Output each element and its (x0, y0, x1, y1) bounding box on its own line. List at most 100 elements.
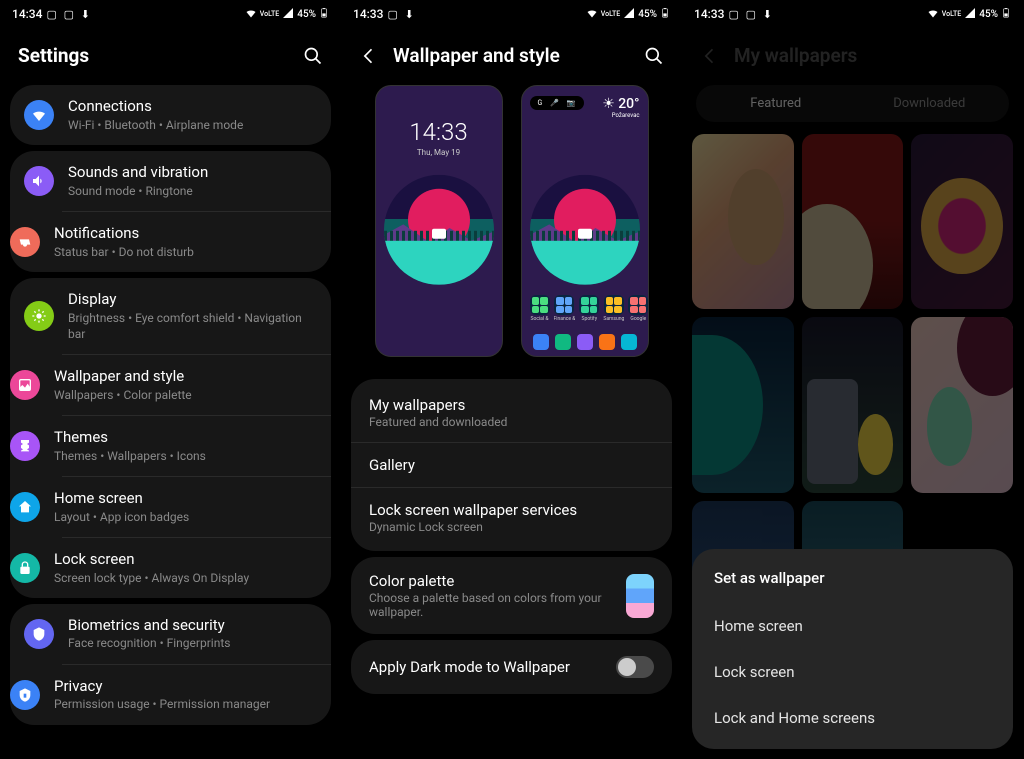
display-icon (24, 301, 54, 331)
color-palette-card[interactable]: Color palette Choose a palette based on … (351, 557, 672, 634)
volte-label: VoLTE (601, 10, 620, 18)
page-title: Settings (18, 44, 289, 67)
lock-icon (10, 553, 40, 583)
volte-label: VoLTE (942, 10, 961, 18)
notifications-icon (10, 227, 40, 257)
status-notif-icons: ▢ ▢ ⬇ (728, 8, 773, 21)
status-bar: 14:33 ▢ ⬇ VoLTE 45% (341, 0, 682, 28)
set-wallpaper-sheet: Set as wallpaper Home screen Lock screen… (692, 549, 1013, 749)
battery-icon (660, 6, 670, 23)
tab-featured[interactable]: Featured (699, 88, 853, 119)
wallpaper-link-0[interactable]: My wallpapersFeatured and downloaded (351, 383, 672, 442)
row-title: Wallpaper and style (54, 367, 317, 386)
status-notif-icons: ▢ ⬇ (387, 8, 415, 21)
settings-card: Biometrics and securityFace recognition … (10, 604, 331, 725)
settings-row-connections[interactable]: ConnectionsWi-Fi • Bluetooth • Airplane … (10, 85, 331, 145)
wallpaper-icon (10, 370, 40, 400)
row-sub: Sound mode • Ringtone (68, 183, 317, 199)
list-sub: Dynamic Lock screen (369, 520, 654, 534)
wifi-icon (245, 7, 257, 22)
list-sub: Featured and downloaded (369, 415, 654, 429)
settings-row-sounds[interactable]: Sounds and vibrationSound mode • Rington… (10, 151, 331, 211)
row-sub: Status bar • Do not disturb (54, 244, 317, 260)
tab-downloaded[interactable]: Downloaded (853, 88, 1007, 119)
dark-mode-toggle[interactable] (616, 656, 654, 678)
battery-icon (319, 6, 329, 23)
screen-settings: 14:34 ▢ ▢ ⬇ VoLTE 45% Settings Connectio… (0, 0, 341, 759)
row-title: Privacy (54, 677, 317, 696)
settings-card: DisplayBrightness • Eye comfort shield •… (10, 278, 331, 598)
settings-card: Sounds and vibrationSound mode • Rington… (10, 151, 331, 272)
biometrics-icon (24, 619, 54, 649)
wallpaper-thumb[interactable] (692, 134, 794, 309)
settings-header: Settings (0, 28, 341, 79)
settings-row-themes[interactable]: ThemesThemes • Wallpapers • Icons (62, 415, 331, 476)
home-screen-preview[interactable]: G🎤📷 ☀ 20° Požarevac Social & Finance & S… (521, 85, 649, 357)
battery-pct: 45% (979, 9, 998, 20)
row-sub: Permission usage • Permission manager (54, 696, 317, 712)
palette-title: Color palette (369, 572, 614, 590)
back-icon[interactable] (359, 46, 379, 66)
settings-row-notifications[interactable]: NotificationsStatus bar • Do not disturb (62, 211, 331, 272)
page-title: My wallpapers (734, 44, 1005, 67)
status-bar: 14:33 ▢ ▢ ⬇ VoLTE 45% (682, 0, 1023, 28)
settings-row-wallpaper[interactable]: Wallpaper and styleWallpapers • Color pa… (62, 354, 331, 415)
wallpaper-link-2[interactable]: Lock screen wallpaper servicesDynamic Lo… (351, 487, 672, 547)
screen-wallpaper-style: 14:33 ▢ ⬇ VoLTE 45% Wallpaper and style … (341, 0, 682, 759)
settings-row-privacy[interactable]: PrivacyPermission usage • Permission man… (62, 664, 331, 725)
home-preview-dock (530, 334, 640, 350)
list-title: Gallery (369, 456, 654, 474)
row-sub: Brightness • Eye comfort shield • Naviga… (68, 310, 317, 342)
sheet-option-lock[interactable]: Lock screen (714, 649, 991, 695)
row-sub: Themes • Wallpapers • Icons (54, 448, 317, 464)
privacy-icon (10, 680, 40, 710)
wallpaper-tabs: Featured Downloaded (696, 85, 1009, 122)
lock-preview-date: Thu, May 19 (376, 148, 502, 157)
battery-icon (1001, 6, 1011, 23)
back-icon[interactable] (700, 46, 720, 66)
connections-icon (24, 100, 54, 130)
dark-mode-wallpaper-row[interactable]: Apply Dark mode to Wallpaper (351, 640, 672, 694)
screen-my-wallpapers: 14:33 ▢ ▢ ⬇ VoLTE 45% My wallpapers Feat… (682, 0, 1023, 759)
sounds-icon (24, 166, 54, 196)
battery-pct: 45% (638, 9, 657, 20)
home-preview-weather: ☀ 20° Požarevac (602, 96, 639, 119)
wallpaper-thumb[interactable] (911, 317, 1013, 492)
home-icon (10, 492, 40, 522)
row-title: Notifications (54, 224, 317, 243)
search-icon[interactable] (644, 46, 664, 66)
signal-icon (623, 7, 635, 22)
wallpaper-thumb[interactable] (802, 134, 904, 309)
wallpaper-thumb[interactable] (911, 134, 1013, 309)
signal-icon (964, 7, 976, 22)
settings-row-biometrics[interactable]: Biometrics and securityFace recognition … (10, 604, 331, 664)
battery-pct: 45% (297, 9, 316, 20)
status-time: 14:33 (353, 7, 383, 21)
wifi-icon (586, 7, 598, 22)
sheet-option-both[interactable]: Lock and Home screens (714, 695, 991, 741)
wallpaper-thumb[interactable] (692, 317, 794, 492)
palette-sub: Choose a palette based on colors from yo… (369, 591, 614, 619)
row-sub: Wi-Fi • Bluetooth • Airplane mode (68, 117, 317, 133)
row-title: Display (68, 290, 317, 309)
dark-mode-label: Apply Dark mode to Wallpaper (369, 658, 570, 676)
volte-label: VoLTE (260, 10, 279, 18)
status-time: 14:33 (694, 7, 724, 21)
palette-swatch-icon (626, 574, 654, 618)
themes-icon (10, 431, 40, 461)
wallpaper-link-1[interactable]: Gallery (351, 442, 672, 487)
row-title: Lock screen (54, 550, 317, 569)
list-title: My wallpapers (369, 396, 654, 414)
wallpaper-header: Wallpaper and style (341, 28, 682, 79)
settings-row-display[interactable]: DisplayBrightness • Eye comfort shield •… (10, 278, 331, 354)
settings-row-lock[interactable]: Lock screenScreen lock type • Always On … (62, 537, 331, 598)
wallpaper-links-card: My wallpapersFeatured and downloaded Gall… (351, 379, 672, 551)
settings-row-home[interactable]: Home screenLayout • App icon badges (62, 476, 331, 537)
lock-screen-preview[interactable]: 14:33 Thu, May 19 (375, 85, 503, 357)
wallpaper-thumb[interactable] (802, 317, 904, 492)
row-sub: Layout • App icon badges (54, 509, 317, 525)
home-preview-folders: Social & Finance & Spotify Samsung Googl… (530, 295, 640, 322)
row-sub: Screen lock type • Always On Display (54, 570, 317, 586)
sheet-option-home[interactable]: Home screen (714, 603, 991, 649)
search-icon[interactable] (303, 46, 323, 66)
